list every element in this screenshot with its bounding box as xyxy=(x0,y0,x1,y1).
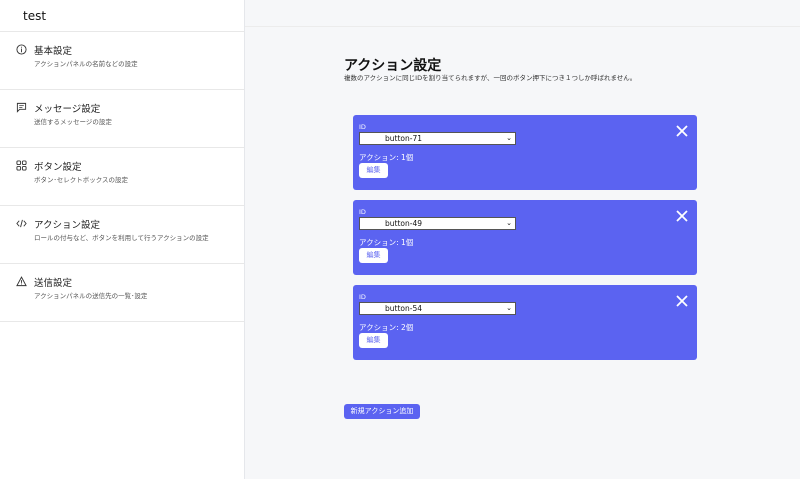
edit-button[interactable]: 編集 xyxy=(359,248,388,263)
sidebar-item-basic-settings[interactable]: 基本設定 アクションパネルの名前などの設定 xyxy=(0,32,244,90)
edit-button[interactable]: 編集 xyxy=(359,163,388,178)
sidebar-item-title: 基本設定 xyxy=(34,46,73,57)
message-icon xyxy=(15,101,27,113)
warning-icon xyxy=(15,275,27,287)
sidebar-item-title: ボタン設定 xyxy=(34,162,82,173)
sidebar-item-subtitle: ロールの付与など、ボタンを利用して行うアクションの設定 xyxy=(34,234,209,242)
id-select[interactable]: button-49 ⌄ xyxy=(359,217,516,230)
action-count: アクション: 2個 xyxy=(359,323,414,332)
sidebar-item-subtitle: アクションパネルの送信先の一覧･設定 xyxy=(34,292,148,300)
sidebar-item-title: メッセージ設定 xyxy=(34,104,101,115)
id-label: ID xyxy=(359,208,366,216)
sidebar-item-subtitle: 送信するメッセージの設定 xyxy=(34,118,112,126)
add-action-button[interactable]: 新規アクション追加 xyxy=(344,404,420,419)
id-select[interactable]: button-71 ⌄ xyxy=(359,132,516,145)
page-description: 複数のアクションに同じIDを割り当てられますが、一回のボタン押下につき１つしか呼… xyxy=(344,74,637,82)
chevron-down-icon: ⌄ xyxy=(506,134,512,142)
top-bar xyxy=(245,0,800,27)
action-count: アクション: 1個 xyxy=(359,153,414,162)
sidebar-item-title: 送信設定 xyxy=(34,278,73,289)
app-title: test xyxy=(0,0,244,32)
id-label: ID xyxy=(359,123,366,131)
id-select[interactable]: button-54 ⌄ xyxy=(359,302,516,315)
chevron-down-icon: ⌄ xyxy=(506,304,512,312)
id-select-value: button-71 xyxy=(385,134,422,143)
sidebar-item-action-settings[interactable]: アクション設定 ロールの付与など、ボタンを利用して行うアクションの設定 xyxy=(0,206,244,264)
close-icon[interactable] xyxy=(675,293,689,307)
sidebar-item-subtitle: アクションパネルの名前などの設定 xyxy=(34,60,138,68)
close-icon[interactable] xyxy=(675,208,689,222)
sidebar-item-message-settings[interactable]: メッセージ設定 送信するメッセージの設定 xyxy=(0,90,244,148)
grid-icon xyxy=(15,159,27,171)
sidebar-item-button-settings[interactable]: ボタン設定 ボタン･セレクトボックスの設定 xyxy=(0,148,244,206)
code-icon xyxy=(15,217,27,229)
action-card: ID button-49 ⌄ アクション: 1個 編集 xyxy=(353,200,697,275)
main-content: アクション設定 複数のアクションに同じIDを割り当てられますが、一回のボタン押下… xyxy=(245,27,800,479)
action-card: ID button-54 ⌄ アクション: 2個 編集 xyxy=(353,285,697,360)
close-icon[interactable] xyxy=(675,123,689,137)
action-count: アクション: 1個 xyxy=(359,238,414,247)
id-select-value: button-54 xyxy=(385,304,422,313)
id-label: ID xyxy=(359,293,366,301)
chevron-down-icon: ⌄ xyxy=(506,219,512,227)
sidebar: test 基本設定 アクションパネルの名前などの設定 メッセージ設定 送信するメ… xyxy=(0,0,245,479)
id-select-value: button-49 xyxy=(385,219,422,228)
sidebar-item-title: アクション設定 xyxy=(34,220,101,231)
sidebar-item-subtitle: ボタン･セレクトボックスの設定 xyxy=(34,176,129,184)
action-card: ID button-71 ⌄ アクション: 1個 編集 xyxy=(353,115,697,190)
sidebar-item-send-settings[interactable]: 送信設定 アクションパネルの送信先の一覧･設定 xyxy=(0,264,244,322)
info-icon xyxy=(15,43,27,55)
edit-button[interactable]: 編集 xyxy=(359,333,388,348)
